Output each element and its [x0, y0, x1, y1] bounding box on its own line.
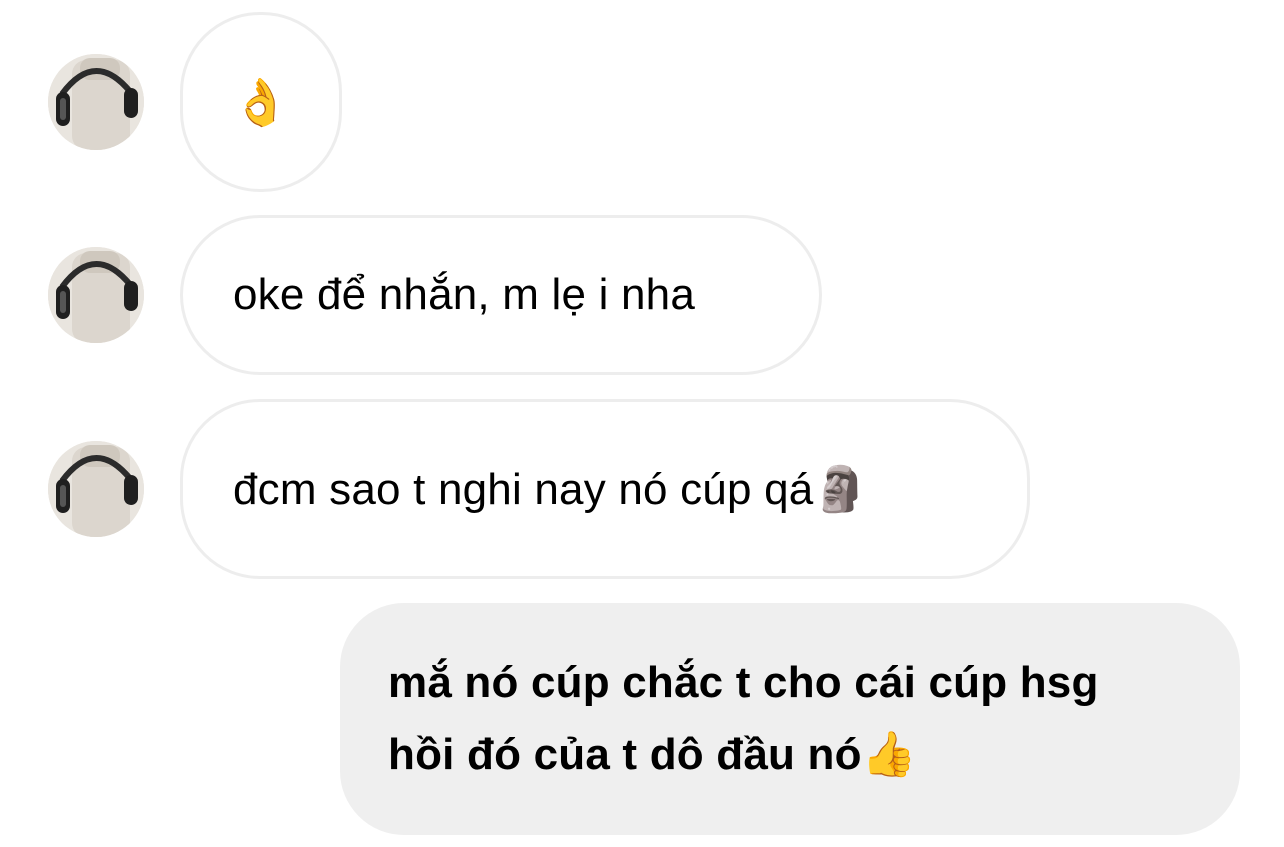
headphones-icon: [48, 54, 144, 150]
message-bubble[interactable]: oke để nhắn, m lẹ i nha: [180, 215, 822, 375]
message-bubble[interactable]: 👌: [180, 12, 342, 192]
avatar[interactable]: [48, 54, 144, 150]
headphones-icon: [48, 247, 144, 343]
headphones-icon: [48, 441, 144, 537]
message-text: mắ nó cúp chắc t cho cái cúp hsg hồi đó …: [388, 658, 1099, 779]
message-text: oke để nhắn, m lẹ i nha: [233, 270, 696, 319]
message-bubble[interactable]: đcm sao t nghi nay nó cúp qá🗿: [180, 399, 1030, 579]
message-text: 👌: [232, 75, 290, 128]
avatar[interactable]: [48, 247, 144, 343]
message-text: đcm sao t nghi nay nó cúp qá🗿: [233, 465, 869, 514]
message-bubble[interactable]: mắ nó cúp chắc t cho cái cúp hsg hồi đó …: [340, 603, 1240, 835]
avatar[interactable]: [48, 441, 144, 537]
